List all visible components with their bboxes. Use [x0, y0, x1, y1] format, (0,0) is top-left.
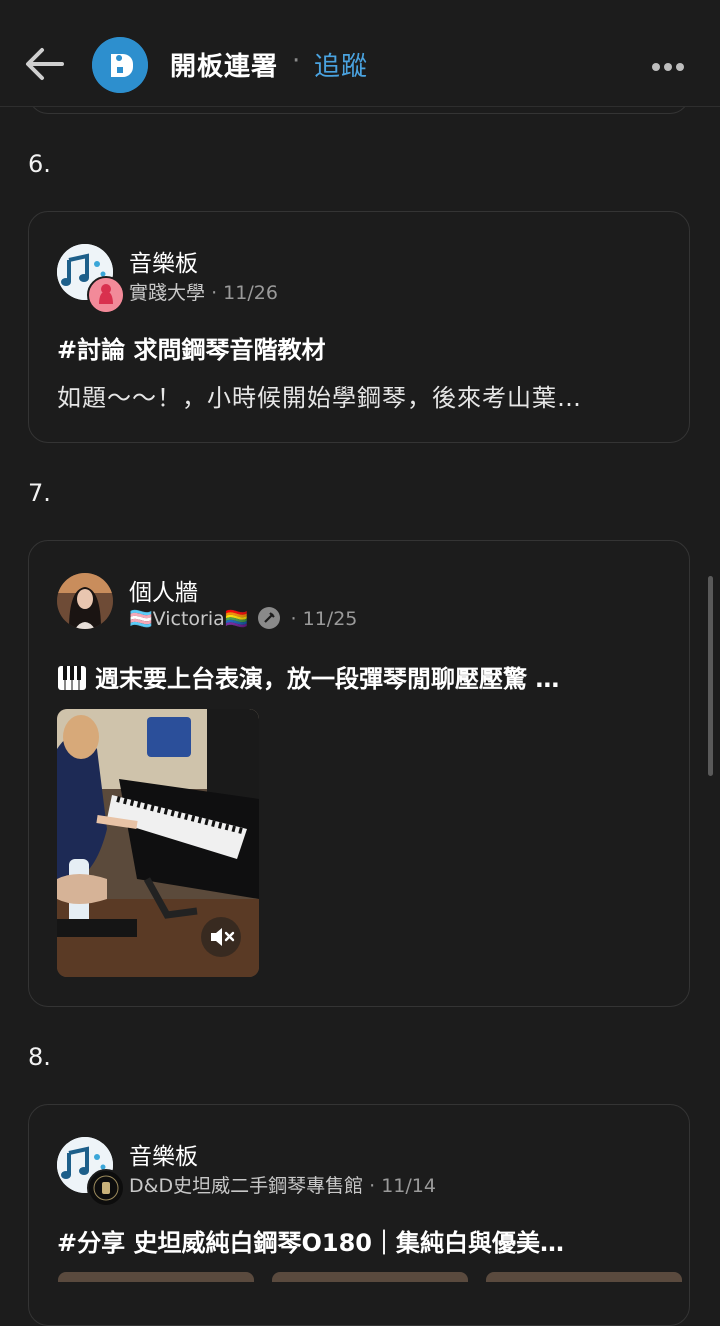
- post-title[interactable]: #討論 求問鋼琴音階教材: [57, 330, 667, 365]
- author-name: 🏳️‍⚧️Victoria🏳️‍🌈: [129, 608, 249, 630]
- board-name[interactable]: 音樂板: [129, 244, 198, 278]
- user-photo-icon: [57, 573, 113, 629]
- meta-separator: ·: [290, 608, 297, 630]
- board-name[interactable]: 個人牆: [129, 573, 198, 607]
- more-dot-icon: [652, 63, 660, 71]
- more-options-button[interactable]: [652, 56, 692, 76]
- store-badge-icon: [87, 1169, 125, 1207]
- author-name: D&D史坦威二手鋼琴專售館: [129, 1175, 364, 1197]
- more-dot-icon: [676, 63, 684, 71]
- post-date: 11/25: [302, 608, 358, 630]
- rank-number: 8.: [28, 1043, 51, 1071]
- post-card[interactable]: 個人牆 🏳️‍⚧️Victoria🏳️‍🌈 · 11/25 週末要上台表演，放一…: [28, 540, 690, 1007]
- board-logo[interactable]: [92, 37, 148, 93]
- author-name: 實踐大學: [129, 282, 206, 304]
- meta-separator: ·: [369, 1175, 376, 1197]
- image-thumbnail[interactable]: [58, 1272, 254, 1282]
- post-card[interactable]: 音樂板 D&D史坦威二手鋼琴專售館 · 11/14 #分享 史坦威純白鋼琴O18…: [28, 1104, 690, 1326]
- board-name[interactable]: 音樂板: [129, 1137, 198, 1171]
- title-separator: ·: [292, 46, 301, 76]
- meta-separator: ·: [211, 282, 218, 304]
- board-logo-icon: [92, 37, 148, 93]
- post-meta: 🏳️‍⚧️Victoria🏳️‍🌈 · 11/25: [129, 607, 357, 630]
- post-meta: D&D史坦威二手鋼琴專售館 · 11/14: [129, 1171, 436, 1198]
- rank-number: 6.: [28, 150, 51, 178]
- post-excerpt: 如題～～！，小時候開始學鋼琴，後來考山葉…: [57, 384, 582, 412]
- mute-button[interactable]: [201, 917, 241, 957]
- school-badge-icon: [87, 276, 125, 314]
- post-date: 11/26: [223, 282, 278, 304]
- piano-keys-icon: [57, 665, 87, 697]
- user-avatar[interactable]: [57, 573, 113, 629]
- top-bar: 開板連署 · 追蹤: [0, 0, 720, 107]
- video-thumbnail[interactable]: [57, 709, 259, 977]
- more-dot-icon: [664, 63, 672, 71]
- back-button[interactable]: [22, 44, 66, 84]
- speaker-muted-icon: [211, 928, 235, 946]
- post-date: 11/14: [381, 1175, 436, 1197]
- page-title: 開板連署: [170, 52, 279, 82]
- post-card[interactable]: 音樂板 實踐大學 · 11/26 #討論 求問鋼琴音階教材 如題～～！，小時候開…: [28, 211, 690, 443]
- post-title-text: 週末要上台表演，放一段彈琴閒聊壓壓驚 …: [95, 665, 560, 693]
- image-thumbnail[interactable]: [486, 1272, 682, 1282]
- arrow-left-icon: [26, 48, 64, 80]
- follow-button[interactable]: 追蹤: [314, 46, 368, 83]
- post-meta: 實踐大學 · 11/26: [129, 278, 278, 305]
- post-title[interactable]: 週末要上台表演，放一段彈琴閒聊壓壓驚 …: [57, 659, 667, 697]
- rank-number: 7.: [28, 479, 51, 507]
- image-thumbnail[interactable]: [272, 1272, 468, 1282]
- post-title[interactable]: #分享 史坦威純白鋼琴O180｜集純白與優美…: [57, 1223, 667, 1258]
- scrollbar[interactable]: [708, 576, 713, 776]
- verified-badge-icon: [258, 607, 281, 629]
